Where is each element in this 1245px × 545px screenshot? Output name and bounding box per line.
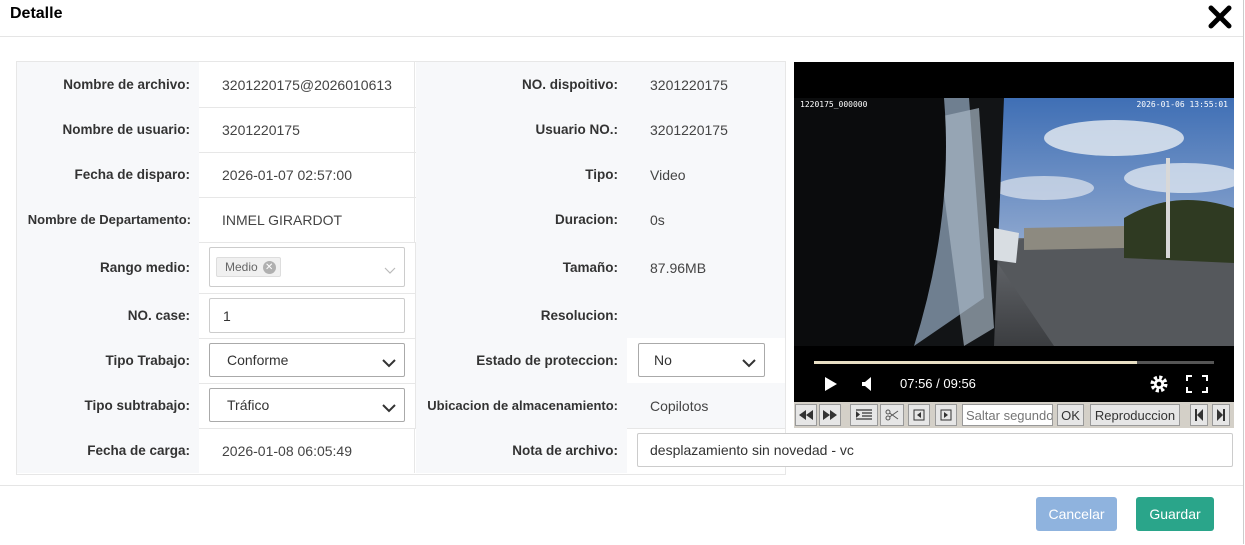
form-row: Nombre de usuario: 3201220175 Usuario NO… xyxy=(17,107,785,153)
username-label: Nombre de usuario: xyxy=(17,107,199,152)
device-no-value: 3201220175 xyxy=(627,62,785,107)
chevron-down-icon xyxy=(384,262,396,278)
playlist-icon[interactable] xyxy=(850,404,878,426)
range-select[interactable]: Medio ✕ xyxy=(209,247,405,287)
resolution-value xyxy=(627,293,785,338)
osd-right-text: 2026-01-06 13:55:01 xyxy=(1136,100,1228,109)
osd-left-text: 1220175_000000 xyxy=(800,100,868,109)
subwork-type-cell: Tráfico xyxy=(199,383,416,428)
progress-track[interactable] xyxy=(814,361,1214,364)
ok-button[interactable]: OK xyxy=(1057,404,1084,426)
note-label: Nota de archivo: xyxy=(416,428,627,473)
dialog-header: Detalle xyxy=(0,0,1243,37)
player-toolbar: Saltar segundos OK Reproduccion xyxy=(794,402,1234,428)
range-tag: Medio ✕ xyxy=(216,257,281,277)
size-label: Tamaño: xyxy=(416,242,627,293)
work-type-label: Tipo Trabajo: xyxy=(17,338,199,383)
trigger-date-label: Fecha de disparo: xyxy=(17,152,199,197)
case-no-cell: 1 xyxy=(199,293,416,338)
subwork-type-label: Tipo subtrabajo: xyxy=(17,383,199,428)
user-no-value: 3201220175 xyxy=(627,107,785,152)
storage-label: Ubicacion de almacenamiento: xyxy=(416,383,627,428)
scissors-icon[interactable] xyxy=(880,404,904,426)
work-type-cell: Conforme xyxy=(199,338,416,383)
skip-end-icon[interactable] xyxy=(1212,404,1230,426)
type-label: Tipo: xyxy=(416,152,627,197)
video-player[interactable]: 1220175_000000 2026-01-06 13:55:01 07:56… xyxy=(794,62,1234,402)
play-icon[interactable] xyxy=(824,376,838,395)
form-row: NO. case: 1 Resolucion: xyxy=(17,293,785,339)
form-row: Rango medio: Medio ✕ Tamaño: 87.96MB xyxy=(17,242,785,294)
work-type-value: Conforme xyxy=(227,352,289,368)
fullscreen-icon[interactable] xyxy=(1186,375,1208,396)
trigger-date-value: 2026-01-07 02:57:00 xyxy=(199,152,415,197)
next-frame-icon[interactable] xyxy=(935,404,957,426)
chevron-down-icon xyxy=(382,355,396,371)
range-cell: Medio ✕ xyxy=(199,242,416,293)
filename-value: 3201220175@2026010613 xyxy=(199,62,415,107)
protection-cell: No xyxy=(627,338,785,383)
duration-label: Duracion: xyxy=(416,197,627,242)
close-icon[interactable] xyxy=(1207,4,1233,30)
form-row: Nombre de Departamento: INMEL GIRARDOT D… xyxy=(17,197,785,243)
detail-form: Nombre de archivo: 3201220175@2026010613… xyxy=(16,61,786,475)
dialog-footer: Cancelar Guardar xyxy=(0,485,1243,545)
protection-select[interactable]: No xyxy=(638,343,765,377)
form-row: Tipo Trabajo: Conforme Estado de protecc… xyxy=(17,338,785,384)
seek-seconds-input[interactable]: Saltar segundos xyxy=(962,404,1053,426)
playback-button[interactable]: Reproduccion xyxy=(1090,404,1180,426)
dialog-title: Detalle xyxy=(10,5,63,22)
type-value: Video xyxy=(627,152,785,197)
skip-start-icon[interactable] xyxy=(1190,404,1208,426)
form-row: Nombre de archivo: 3201220175@2026010613… xyxy=(17,62,785,108)
form-row: Fecha de disparo: 2026-01-07 02:57:00 Ti… xyxy=(17,152,785,198)
case-no-input[interactable]: 1 xyxy=(209,298,405,333)
detail-dialog: Detalle Nombre de archivo: 3201220175@20… xyxy=(0,0,1244,544)
storage-value: Copilotos xyxy=(627,383,785,428)
range-label: Rango medio: xyxy=(17,242,199,293)
user-no-label: Usuario NO.: xyxy=(416,107,627,152)
tag-remove-icon[interactable]: ✕ xyxy=(262,260,276,274)
size-value: 87.96MB xyxy=(627,242,785,293)
duration-value: 0s xyxy=(627,197,785,242)
save-button[interactable]: Guardar xyxy=(1136,497,1214,531)
upload-date-value: 2026-01-08 06:05:49 xyxy=(199,428,415,473)
chevron-down-icon xyxy=(742,355,756,371)
form-row: Tipo subtrabajo: Tráfico Ubicacion de al… xyxy=(17,383,785,429)
volume-icon[interactable] xyxy=(861,377,875,394)
department-label: Nombre de Departamento: xyxy=(17,197,199,242)
progress-fill xyxy=(814,361,1138,364)
prev-frame-icon[interactable] xyxy=(908,404,930,426)
username-value: 3201220175 xyxy=(199,107,415,152)
case-no-label: NO. case: xyxy=(17,293,199,338)
subwork-type-select[interactable]: Tráfico xyxy=(209,388,405,422)
department-value: INMEL GIRARDOT xyxy=(199,197,415,242)
video-frame-image xyxy=(794,98,1234,346)
time-display: 07:56 / 09:56 xyxy=(900,376,976,391)
note-input[interactable]: desplazamiento sin novedad - vc xyxy=(637,433,1233,467)
gear-icon[interactable] xyxy=(1149,374,1169,397)
fast-forward-icon[interactable] xyxy=(819,404,841,426)
cancel-button[interactable]: Cancelar xyxy=(1036,497,1117,531)
upload-date-label: Fecha de carga: xyxy=(17,428,199,473)
subwork-type-value: Tráfico xyxy=(227,397,270,413)
video-frame: 1220175_000000 2026-01-06 13:55:01 xyxy=(794,98,1234,346)
protection-value: No xyxy=(654,352,672,368)
rewind-icon[interactable] xyxy=(795,404,817,426)
resolution-label: Resolucion: xyxy=(416,293,627,338)
video-controls: 07:56 / 09:56 xyxy=(794,346,1234,402)
protection-label: Estado de proteccion: xyxy=(416,338,627,383)
range-tag-label: Medio xyxy=(225,260,258,274)
device-no-label: NO. dispoitivo: xyxy=(416,62,627,107)
work-type-select[interactable]: Conforme xyxy=(209,343,405,377)
chevron-down-icon xyxy=(382,400,396,416)
filename-label: Nombre de archivo: xyxy=(17,62,199,107)
